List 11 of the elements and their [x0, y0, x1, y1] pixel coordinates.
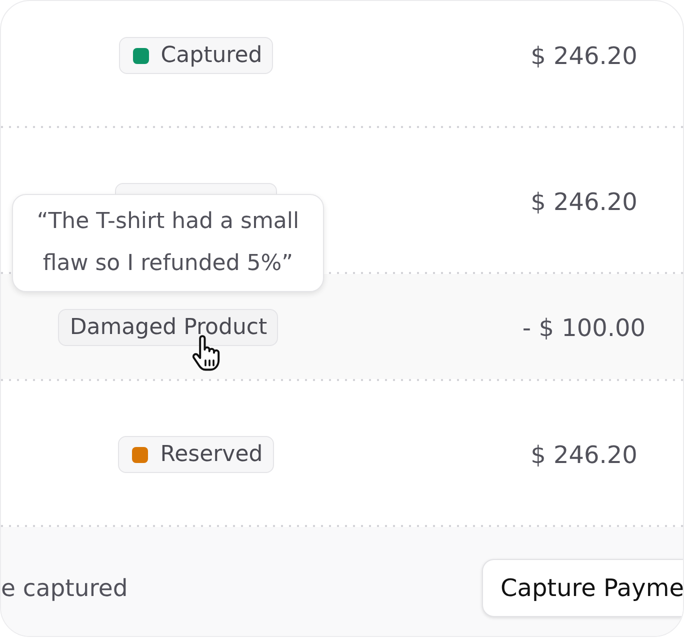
status-label: Reserved	[160, 442, 263, 468]
tooltip: “The T-shirt had a small flaw so I refunded 5%”	[12, 194, 324, 292]
hand-cursor-icon	[190, 335, 221, 372]
capture-button[interactable]: Capture Payme	[482, 559, 683, 617]
amount-text: - $ 100.00	[522, 314, 646, 342]
status-label: Captured	[160, 42, 262, 68]
reason-tag[interactable]: Damaged Product	[58, 309, 278, 346]
amount-text: $ 246.20	[530, 188, 638, 216]
amount-text: $ 246.20	[530, 440, 638, 468]
amount-text: $ 246.20	[530, 42, 638, 70]
footer-note: e captured	[1, 574, 128, 602]
